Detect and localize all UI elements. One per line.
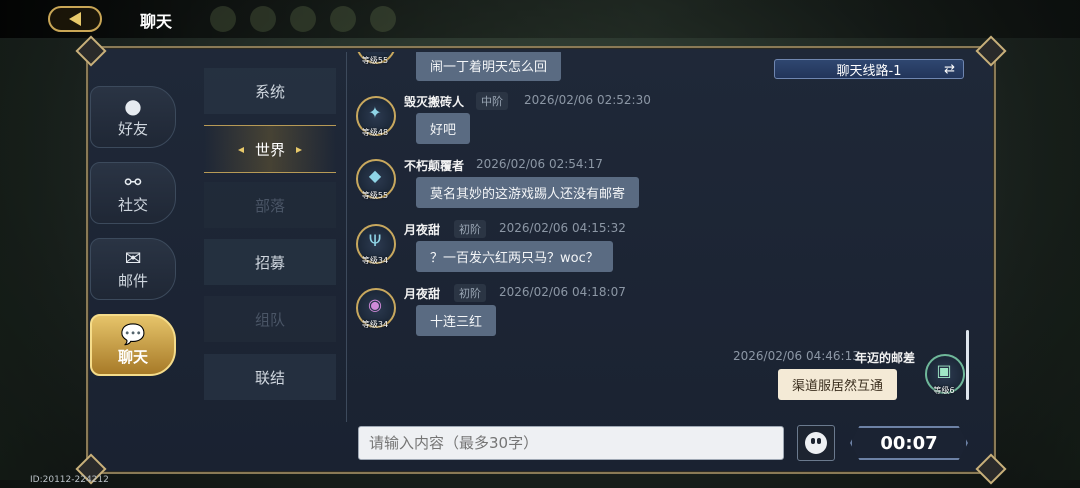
avatar[interactable]: ▣ 等级6 xyxy=(923,352,965,395)
message-scrollbar[interactable] xyxy=(966,330,969,400)
channel-list: 系统 世界 部落 招募 组队 联结 xyxy=(196,62,346,422)
message-time: 2026/02/06 04:18:07 xyxy=(499,285,626,299)
message-time: 2026/02/06 04:46:13 xyxy=(733,349,860,363)
avatar[interactable]: ◆ 等级55 xyxy=(354,157,396,200)
sender-name[interactable]: 月夜甜 xyxy=(404,221,440,238)
message-time: 2026/02/06 02:52:30 xyxy=(524,93,651,107)
chat-icon: 💬 xyxy=(120,321,146,346)
emoji-button[interactable] xyxy=(797,425,835,461)
gift-emblem-icon: ▣ xyxy=(936,361,952,380)
rank-badge: 初阶 xyxy=(454,284,486,302)
page-title: 聊天 xyxy=(140,12,173,31)
avatar-level: 等级48 xyxy=(361,128,389,137)
avatar-level: 等级6 xyxy=(933,386,955,395)
column-divider xyxy=(346,52,347,422)
message-bubble: 好吧 xyxy=(416,113,471,144)
emoji-icon xyxy=(805,432,827,454)
channel-link[interactable]: 联结 xyxy=(204,354,336,400)
message-time: 2026/02/06 02:54:17 xyxy=(476,157,603,171)
message-bubble: ？一百发六红两只马？woc？ xyxy=(416,241,613,272)
tab-social[interactable]: ⚯ 社交 xyxy=(90,162,176,224)
avatar-level: 等级55 xyxy=(361,56,389,65)
channel-recruit[interactable]: 招募 xyxy=(204,239,336,285)
avatar[interactable]: ◉ 等级34 xyxy=(354,286,396,329)
tab-chat[interactable]: 💬 聊天 xyxy=(90,314,176,376)
tab-label: 聊天 xyxy=(117,347,148,366)
crystal-emblem-icon: ◆ xyxy=(368,166,382,185)
background-resource-icons xyxy=(210,6,396,32)
mail-icon: ✉ xyxy=(124,245,142,270)
back-button[interactable] xyxy=(48,6,102,32)
tab-label: 好友 xyxy=(117,119,148,138)
trident-emblem-icon: Ψ xyxy=(368,231,382,250)
chat-input[interactable] xyxy=(358,426,784,460)
message-time: 2026/02/06 04:15:32 xyxy=(499,221,626,235)
friend-icon: ● xyxy=(124,93,142,118)
tab-label: 社交 xyxy=(117,195,148,214)
message-bubble: 莫名其妙的这游戏踢人还没有邮寄 xyxy=(416,177,640,208)
sender-name[interactable]: 毁灭搬砖人 xyxy=(404,93,464,110)
avatar-level: 等级34 xyxy=(361,320,389,329)
sender-name[interactable]: 不朽颠覆者 xyxy=(404,157,464,174)
channel-world[interactable]: 世界 xyxy=(204,125,336,173)
rank-badge: 初阶 xyxy=(454,220,486,238)
right-decoration xyxy=(990,40,1080,480)
message-bubble: 十连三红 xyxy=(416,305,497,336)
creature-emblem-icon: ◉ xyxy=(368,295,382,314)
player-id: ID:20112-224212 xyxy=(30,475,109,485)
avatar[interactable]: Ψ 等级34 xyxy=(354,222,396,265)
channel-team: 组队 xyxy=(204,296,336,342)
message-bubble-self: 渠道服居然互通 xyxy=(778,369,898,400)
tab-mail[interactable]: ✉ 邮件 xyxy=(90,238,176,300)
tab-label: 邮件 xyxy=(117,271,148,290)
left-decoration xyxy=(0,40,90,480)
send-cooldown-button[interactable]: 00:07 xyxy=(850,426,968,460)
message-bubble: 闹一丁着明天怎么回 xyxy=(416,52,562,81)
channel-system[interactable]: 系统 xyxy=(204,68,336,114)
avatar[interactable]: 等级55 xyxy=(354,52,396,65)
avatar-level: 等级34 xyxy=(361,256,389,265)
sender-name[interactable]: 月夜甜 xyxy=(404,285,440,302)
social-icon: ⚯ xyxy=(124,169,142,194)
star-emblem-icon: ✦ xyxy=(368,103,382,122)
back-arrow-icon xyxy=(69,12,81,26)
rank-badge: 中阶 xyxy=(476,92,508,110)
tab-friends[interactable]: ● 好友 xyxy=(90,86,176,148)
sender-name[interactable]: 年迈的邮差 xyxy=(855,349,915,366)
message-list[interactable]: 等级55 闹一丁着明天怎么回 ✦ 等级48 毁灭搬砖人 中阶 2026/02/0… xyxy=(350,52,965,418)
channel-tribe: 部落 xyxy=(204,182,336,228)
avatar[interactable]: ✦ 等级48 xyxy=(354,94,396,137)
avatar-level: 等级55 xyxy=(361,191,389,200)
